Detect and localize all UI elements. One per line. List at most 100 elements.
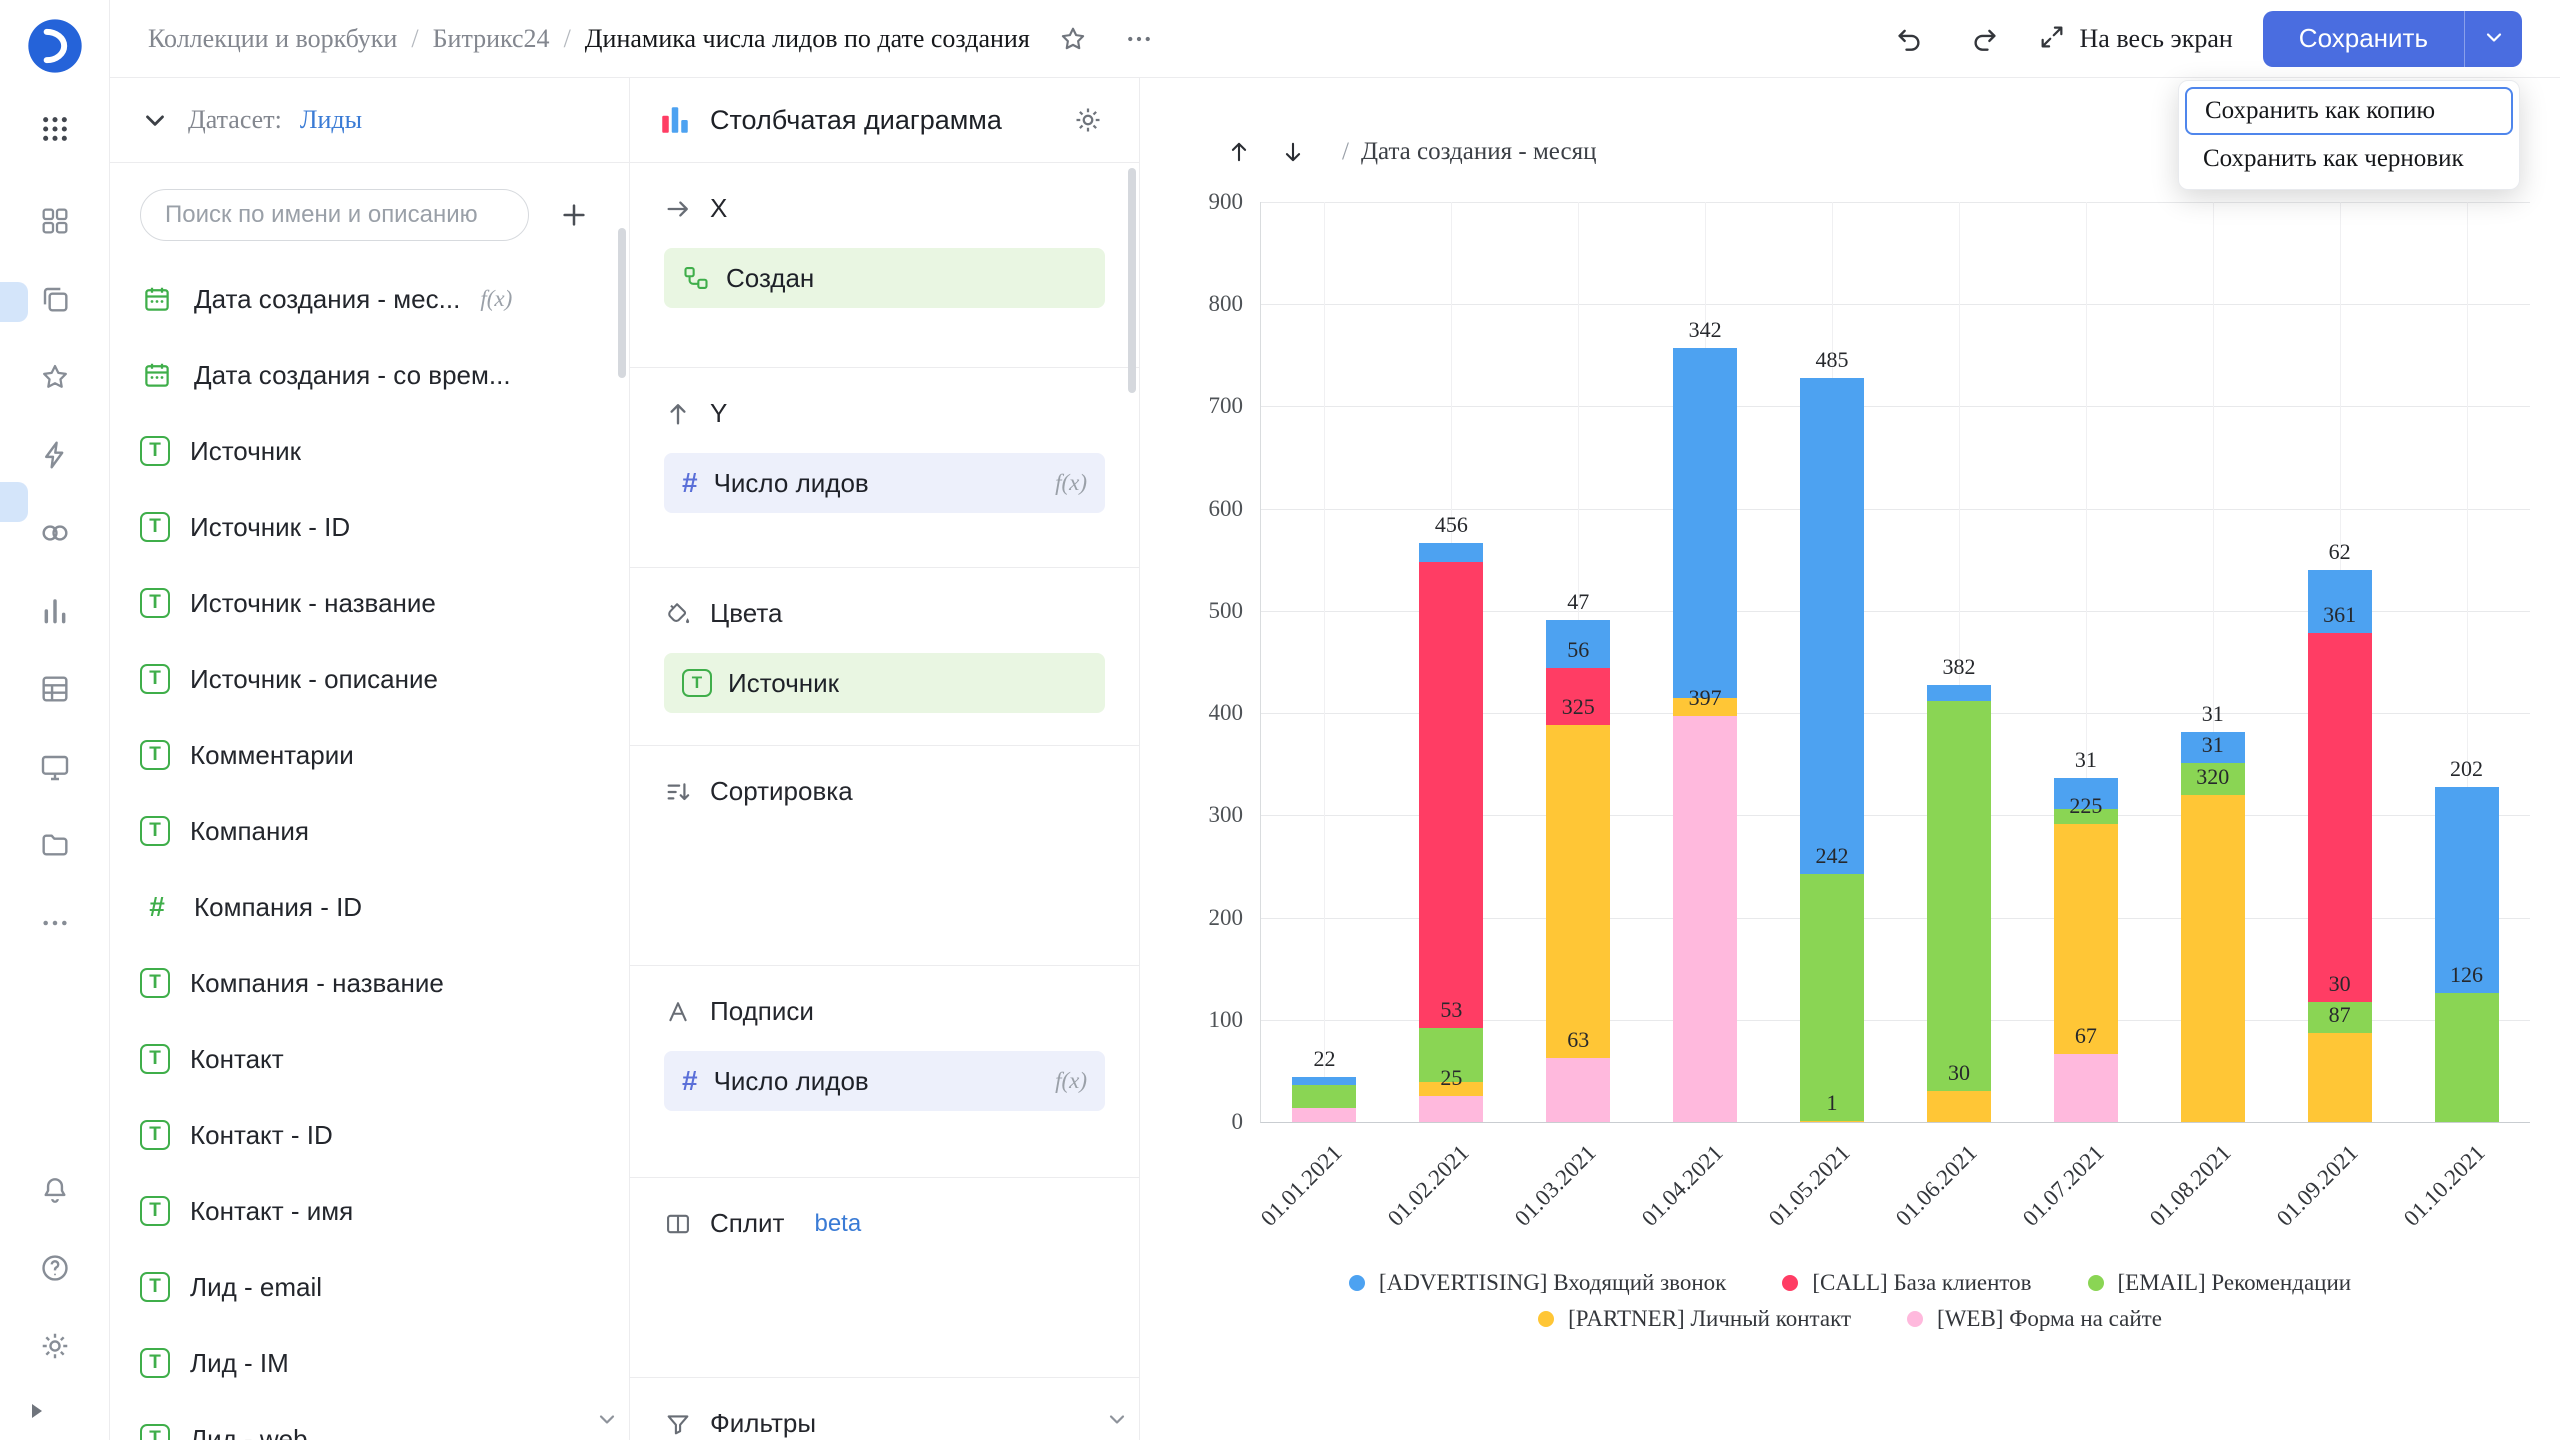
save-as-copy-item[interactable]: Сохранить как копию bbox=[2185, 87, 2513, 135]
save-as-draft-item[interactable]: Сохранить как черновик bbox=[2185, 135, 2513, 183]
bar-segment[interactable] bbox=[2435, 993, 2499, 1122]
bar-segment[interactable] bbox=[1927, 701, 1991, 1091]
bar-segment[interactable] bbox=[1292, 1108, 1356, 1122]
field-item[interactable]: TЛид - email bbox=[110, 1249, 629, 1325]
field-item[interactable]: TИсточник bbox=[110, 413, 629, 489]
y-axis-label: 100 bbox=[1173, 1007, 1243, 1033]
field-item[interactable]: TКомпания bbox=[110, 793, 629, 869]
chart-type-title[interactable]: Столбчатая диаграмма bbox=[710, 105, 1047, 136]
save-button[interactable]: Сохранить bbox=[2263, 11, 2464, 67]
rings-icon[interactable] bbox=[25, 494, 85, 572]
field-item[interactable]: #Компания - ID bbox=[110, 869, 629, 945]
folder-icon[interactable] bbox=[25, 806, 85, 884]
field-item[interactable]: TИсточник - ID bbox=[110, 489, 629, 565]
bar-segment[interactable] bbox=[1546, 725, 1610, 1057]
lightning-icon[interactable] bbox=[25, 416, 85, 494]
legend-item[interactable]: [PARTNER] Личный контакт bbox=[1538, 1306, 1851, 1332]
bar-segment[interactable] bbox=[2308, 633, 2372, 1002]
legend-dot bbox=[1907, 1311, 1923, 1327]
shelves-scroll-down-icon[interactable] bbox=[1105, 1407, 1129, 1434]
copy-icon[interactable] bbox=[25, 260, 85, 338]
bar-segment[interactable] bbox=[1292, 1085, 1356, 1107]
field-item[interactable]: TИсточник - название bbox=[110, 565, 629, 641]
chart-settings-gear-icon[interactable] bbox=[1065, 97, 1111, 143]
field-item[interactable]: TКомпания - название bbox=[110, 945, 629, 1021]
shelf-chip-colors[interactable]: TИсточник bbox=[664, 653, 1105, 713]
bell-icon[interactable] bbox=[25, 1151, 85, 1229]
field-search-input[interactable] bbox=[140, 189, 529, 241]
breadcrumb-workbook-link[interactable]: Битрикс24 bbox=[433, 24, 550, 54]
legend-item[interactable]: [EMAIL] Рекомендации bbox=[2088, 1270, 2352, 1296]
x-axis-label: 01.01.2021 bbox=[1216, 1140, 1348, 1272]
legend-item[interactable]: [CALL] База клиентов bbox=[1782, 1270, 2031, 1296]
bar-segment[interactable] bbox=[1673, 348, 1737, 698]
bar-chart-icon[interactable] bbox=[25, 572, 85, 650]
field-item[interactable]: TКонтакт - ID bbox=[110, 1097, 629, 1173]
more-actions-icon[interactable] bbox=[1116, 16, 1162, 62]
x-axis-icon bbox=[664, 195, 692, 223]
x-axis-label: 01.07.2021 bbox=[1978, 1140, 2110, 1272]
letter-a-icon bbox=[664, 998, 692, 1026]
field-item[interactable]: TКонтакт bbox=[110, 1021, 629, 1097]
shelf-chip-x[interactable]: Создан bbox=[664, 248, 1105, 308]
legend-item[interactable]: [ADVERTISING] Входящий звонок bbox=[1349, 1270, 1726, 1296]
shelf-chip-labels[interactable]: #Число лидовf(x) bbox=[664, 1051, 1105, 1111]
bar-segment[interactable] bbox=[1419, 562, 1483, 1028]
bar-segment[interactable] bbox=[1800, 378, 1864, 874]
save-menu-toggle[interactable] bbox=[2464, 11, 2522, 67]
field-item[interactable]: Дата создания - мес...f(x) bbox=[110, 261, 629, 337]
bar-segment[interactable] bbox=[1419, 1096, 1483, 1122]
bar-segment[interactable] bbox=[2054, 1054, 2118, 1122]
legend-item[interactable]: [WEB] Форма на сайте bbox=[1907, 1306, 2162, 1332]
favorite-star-icon[interactable] bbox=[1050, 16, 1096, 62]
chart-area: / Дата создания - месяц 0100200300400500… bbox=[1140, 78, 2560, 1440]
field-name: Компания bbox=[190, 816, 309, 847]
bar-segment[interactable] bbox=[2054, 824, 2118, 1054]
bar-segment[interactable] bbox=[1419, 543, 1483, 561]
shelf-label-filters: Фильтры bbox=[710, 1408, 816, 1439]
table-icon[interactable] bbox=[25, 650, 85, 728]
star-icon[interactable] bbox=[25, 338, 85, 416]
datalens-logo[interactable] bbox=[25, 16, 85, 76]
bar-segment[interactable] bbox=[1927, 685, 1991, 701]
breadcrumb-collections-link[interactable]: Коллекции и воркбуки bbox=[148, 24, 397, 54]
apps-menu-icon[interactable] bbox=[25, 102, 85, 156]
text-field-icon: T bbox=[140, 664, 170, 694]
bar-segment[interactable] bbox=[1800, 874, 1864, 1121]
shelf-chip-y[interactable]: #Число лидовf(x) bbox=[664, 453, 1105, 513]
column-chart-type-icon[interactable] bbox=[658, 103, 692, 137]
fields-scrollbar[interactable] bbox=[618, 228, 626, 378]
field-item[interactable]: TИсточник - описание bbox=[110, 641, 629, 717]
add-field-button[interactable] bbox=[549, 190, 599, 240]
field-item[interactable]: Дата создания - со врем... bbox=[110, 337, 629, 413]
bar-value-label: 31 bbox=[2153, 701, 2273, 727]
bar-segment[interactable] bbox=[1546, 1058, 1610, 1122]
shelves-scrollbar[interactable] bbox=[1128, 168, 1136, 393]
bar-value-label: 126 bbox=[2407, 962, 2527, 988]
field-item[interactable]: TКомментарии bbox=[110, 717, 629, 793]
redo-icon[interactable] bbox=[1962, 16, 2008, 62]
fields-scroll-down-icon[interactable] bbox=[595, 1407, 619, 1434]
drill-up-icon[interactable] bbox=[1212, 130, 1266, 174]
monitor-icon[interactable] bbox=[25, 728, 85, 806]
field-item[interactable]: TЛид - IM bbox=[110, 1325, 629, 1401]
expand-rail-icon[interactable] bbox=[24, 1399, 48, 1426]
field-item[interactable]: TЛид - web bbox=[110, 1401, 629, 1440]
fullscreen-button[interactable]: На весь экран bbox=[2038, 23, 2233, 54]
four-squares-icon[interactable] bbox=[25, 182, 85, 260]
bar-segment[interactable] bbox=[1927, 1091, 1991, 1122]
undo-icon[interactable] bbox=[1886, 16, 1932, 62]
dataset-collapse-icon[interactable] bbox=[140, 105, 170, 135]
calendar-icon bbox=[140, 284, 174, 314]
bar-segment[interactable] bbox=[2181, 795, 2245, 1122]
gear-icon[interactable] bbox=[25, 1307, 85, 1385]
dataset-name-link[interactable]: Лиды bbox=[300, 105, 362, 135]
bar-segment[interactable] bbox=[2308, 1033, 2372, 1122]
drag-placeholder bbox=[0, 282, 28, 322]
bar-segment[interactable] bbox=[1673, 716, 1737, 1122]
ellipsis-icon[interactable] bbox=[25, 884, 85, 962]
help-icon[interactable] bbox=[25, 1229, 85, 1307]
field-item[interactable]: TКонтакт - имя bbox=[110, 1173, 629, 1249]
drill-down-icon[interactable] bbox=[1266, 130, 1320, 174]
bar-segment[interactable] bbox=[1292, 1077, 1356, 1085]
